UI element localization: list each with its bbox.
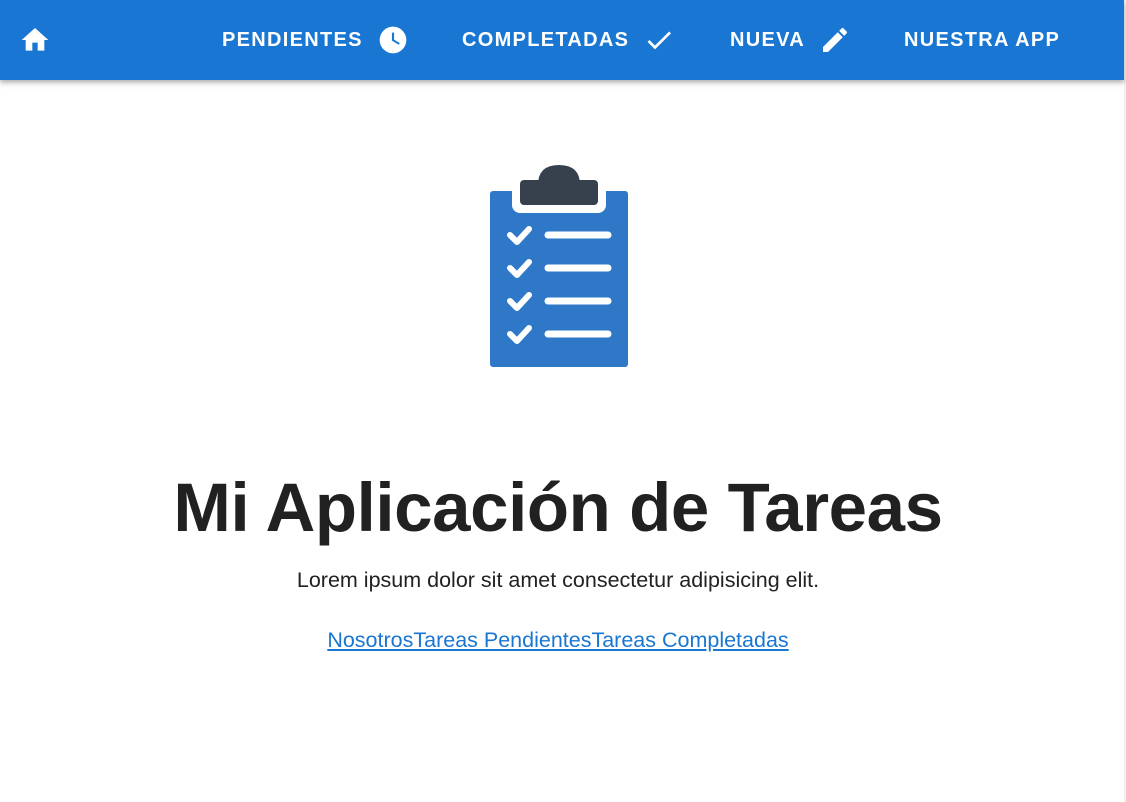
nav-completadas-button[interactable]: COMPLETADAS <box>462 20 675 60</box>
nav-pendientes-button[interactable]: PENDIENTES <box>222 20 409 60</box>
nav-pendientes-label: PENDIENTES <box>222 28 363 51</box>
app-bar: PENDIENTES COMPLETADAS NUEVA NUESTRA APP <box>0 0 1124 80</box>
check-icon <box>643 24 675 56</box>
page-title: Mi Aplicación de Tareas <box>173 469 943 546</box>
nav-nueva-label: NUEVA <box>730 28 806 51</box>
clipboard-checklist-icon <box>490 165 628 367</box>
home-icon <box>21 28 49 51</box>
nav-completadas-label: COMPLETADAS <box>462 28 630 51</box>
link-tareas-pendientes[interactable]: Tareas Pendientes <box>413 628 591 652</box>
link-nosotros[interactable]: Nosotros <box>327 628 413 652</box>
nav-nuestra-app-label: NUESTRA APP <box>904 28 1061 51</box>
clock-icon <box>377 24 409 56</box>
link-tareas-completadas[interactable]: Tareas Completadas <box>591 628 788 652</box>
hero-links: NosotrosTareas PendientesTareas Completa… <box>0 628 1116 653</box>
nav-nuestra-app-button[interactable]: NUESTRA APP <box>904 20 1060 60</box>
page-subtitle: Lorem ipsum dolor sit amet consectetur a… <box>296 568 820 592</box>
page: PENDIENTES COMPLETADAS NUEVA NUESTRA APP… <box>0 0 1126 802</box>
home-button[interactable] <box>15 20 55 60</box>
nav-nueva-button[interactable]: NUEVA <box>730 20 851 60</box>
pencil-icon <box>819 24 851 56</box>
